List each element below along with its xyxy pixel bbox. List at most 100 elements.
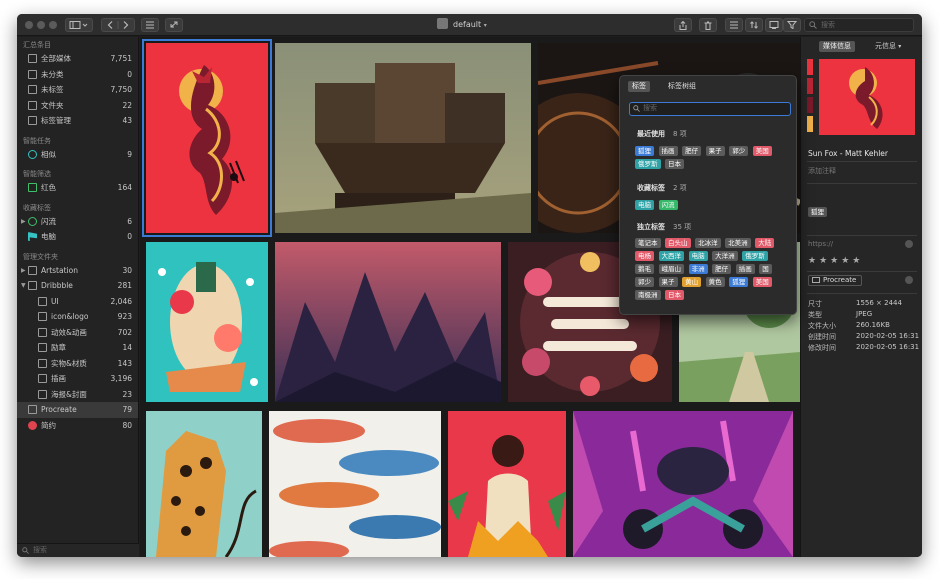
tag-search-input[interactable]: 搜索 xyxy=(629,102,791,116)
filter-button[interactable] xyxy=(783,18,801,32)
sidebar-item-materials[interactable]: 实物&材质 143 xyxy=(17,356,138,372)
tag-chip[interactable]: 电杨 xyxy=(635,251,654,261)
tag-chip[interactable]: 郭少 xyxy=(729,146,749,156)
tab-media-info[interactable]: 媒体信息 xyxy=(819,41,855,52)
annotation-input[interactable]: 添加注释 xyxy=(808,166,836,176)
color-swatch[interactable] xyxy=(807,116,813,132)
tab-tags[interactable]: 标签 xyxy=(628,81,650,92)
thumbnail-sun-fox[interactable] xyxy=(142,39,272,237)
tag-chip[interactable]: 果子 xyxy=(658,277,678,287)
tag-chip[interactable]: 电脑 xyxy=(688,251,708,261)
thumbnail-woman-portrait[interactable] xyxy=(448,411,566,557)
tag-chip[interactable]: 郭少 xyxy=(635,277,654,287)
tag-chip[interactable]: 鹅毛 xyxy=(635,264,654,274)
tag-chip[interactable]: 峨眉山 xyxy=(658,264,685,274)
color-swatch[interactable] xyxy=(807,97,813,113)
tag-chip[interactable]: 黄山 xyxy=(682,277,702,287)
tag-chip[interactable]: 北冰洋 xyxy=(695,238,721,248)
tag-chip[interactable]: 电脑 xyxy=(635,200,654,210)
sidebar-item-red[interactable]: 红色 164 xyxy=(17,180,138,196)
tag-chip[interactable]: 日本 xyxy=(665,290,685,300)
zoom-window-button[interactable] xyxy=(49,21,57,29)
tag-chip[interactable]: 笔记本 xyxy=(635,238,661,248)
search-input[interactable]: 搜索 xyxy=(804,18,914,32)
go-arrow-icon[interactable] xyxy=(905,276,913,284)
list-view-button[interactable] xyxy=(725,18,743,32)
tag-chip[interactable]: 白头山 xyxy=(665,238,691,248)
library-switcher[interactable]: default ▾ xyxy=(437,17,487,33)
tag-chip[interactable]: 北美洲 xyxy=(725,238,751,248)
tag-chip[interactable]: 闪流 xyxy=(658,200,678,210)
tag-chip[interactable]: 国 xyxy=(759,264,772,274)
sidebar-item-folders[interactable]: 文件夹 22 xyxy=(17,98,138,114)
tag-chip[interactable]: 肥仔 xyxy=(712,264,732,274)
tag-list: 狐狸 xyxy=(808,207,829,220)
sidebar-item-shanliu[interactable]: ▶ 闪流 6 xyxy=(17,214,138,230)
tag-chip[interactable]: 狐狸 xyxy=(635,146,654,156)
sidebar-item-computer[interactable]: 电脑 0 xyxy=(17,229,138,245)
sidebar-item-dribbble[interactable]: ▼ Dribbble 281 xyxy=(17,278,138,294)
sidebar-item-illustration[interactable]: 插画 3,196 xyxy=(17,371,138,387)
thumbnail-mountains[interactable] xyxy=(275,242,501,402)
sidebar-item-similar[interactable]: 相似 9 xyxy=(17,147,138,163)
tab-metadata[interactable]: 元信息 ▾ xyxy=(871,41,905,52)
tag-chip[interactable]: 果子 xyxy=(705,146,725,156)
sidebar-icon xyxy=(69,21,88,29)
sidebar-item-procreate[interactable]: Procreate 79 xyxy=(17,402,138,418)
tag-chip[interactable]: 肥仔 xyxy=(682,146,702,156)
sidebar-item-ui[interactable]: UI 2,046 xyxy=(17,294,138,310)
sidebar-item-all-media[interactable]: 全部媒体 7,751 xyxy=(17,51,138,67)
tab-tag-tree[interactable]: 标签树组 xyxy=(664,81,700,92)
share-button[interactable] xyxy=(674,18,692,32)
sort-button[interactable] xyxy=(745,18,763,32)
disclosure-triangle-icon[interactable]: ▼ xyxy=(21,278,26,294)
tag-chip[interactable]: 南极洲 xyxy=(635,290,661,300)
disclosure-triangle-icon[interactable]: ▶ xyxy=(21,214,26,230)
tag-chip[interactable]: 美国 xyxy=(752,277,772,287)
tag-chip[interactable]: 插画 xyxy=(735,264,755,274)
sidebar-item-untagged[interactable]: 未标签 7,750 xyxy=(17,82,138,98)
thumbnail-ocelot[interactable] xyxy=(146,411,262,557)
rating-stars[interactable]: ★★★★★ xyxy=(808,256,863,266)
sidebar-item-tag-manager[interactable]: 标签管理 43 xyxy=(17,113,138,129)
thumbnail-collage[interactable] xyxy=(146,242,268,402)
tag-chip[interactable]: 大洋洲 xyxy=(712,251,738,261)
delete-button[interactable] xyxy=(699,18,717,32)
sidebar-item-icon-logo[interactable]: icon&logo 923 xyxy=(17,309,138,325)
mountains-image xyxy=(275,242,501,402)
tag-chip[interactable]: 狐狸 xyxy=(808,207,827,217)
folder-chip[interactable]: Procreate xyxy=(808,275,863,286)
color-swatch[interactable] xyxy=(807,59,813,75)
tag-chip[interactable]: 俄罗斯 xyxy=(635,159,661,169)
tag-chip[interactable]: 美国 xyxy=(752,146,772,156)
tag-chip[interactable]: 大西洋 xyxy=(658,251,685,261)
tag-chip[interactable]: 俄罗斯 xyxy=(742,251,768,261)
thumbnail-floating-city[interactable] xyxy=(275,43,531,233)
minimize-window-button[interactable] xyxy=(37,21,45,29)
fullscreen-button[interactable] xyxy=(165,18,183,32)
thumbnail-bear-motorcycle[interactable] xyxy=(573,411,793,557)
tag-chip[interactable]: 非洲 xyxy=(688,264,708,274)
sidebar-search-input[interactable]: 搜索 xyxy=(17,543,139,557)
sidebar-item-motion[interactable]: 动效&动画 702 xyxy=(17,325,138,341)
sidebar-item-minimal[interactable]: 简约 80 xyxy=(17,418,138,434)
tag-chip[interactable]: 黄色 xyxy=(705,277,725,287)
thumbnail-fish[interactable] xyxy=(269,411,441,557)
close-window-button[interactable] xyxy=(25,21,33,29)
tag-chip[interactable]: 日本 xyxy=(665,159,685,169)
disclosure-triangle-icon[interactable]: ▶ xyxy=(21,263,26,279)
sidebar-item-artstation[interactable]: ▶ Artstation 30 xyxy=(17,263,138,279)
color-swatch[interactable] xyxy=(807,78,813,94)
tag-chip[interactable]: 插画 xyxy=(658,146,678,156)
layout-button[interactable] xyxy=(141,18,159,32)
sidebar-toggle-button[interactable] xyxy=(65,18,93,32)
sidebar-item-uncategorized[interactable]: 未分类 0 xyxy=(17,67,138,83)
go-arrow-icon[interactable] xyxy=(905,240,913,248)
url-input[interactable]: https:// xyxy=(808,240,833,248)
tag-chip[interactable]: 大陆 xyxy=(755,238,775,248)
sidebar-item-posters[interactable]: 海报&封面 23 xyxy=(17,387,138,403)
inspector-toggle-button[interactable] xyxy=(765,18,783,32)
chevron-left-right-icon[interactable] xyxy=(103,21,133,29)
sidebar-item-badges[interactable]: 励章 14 xyxy=(17,340,138,356)
tag-chip[interactable]: 狐狸 xyxy=(729,277,749,287)
